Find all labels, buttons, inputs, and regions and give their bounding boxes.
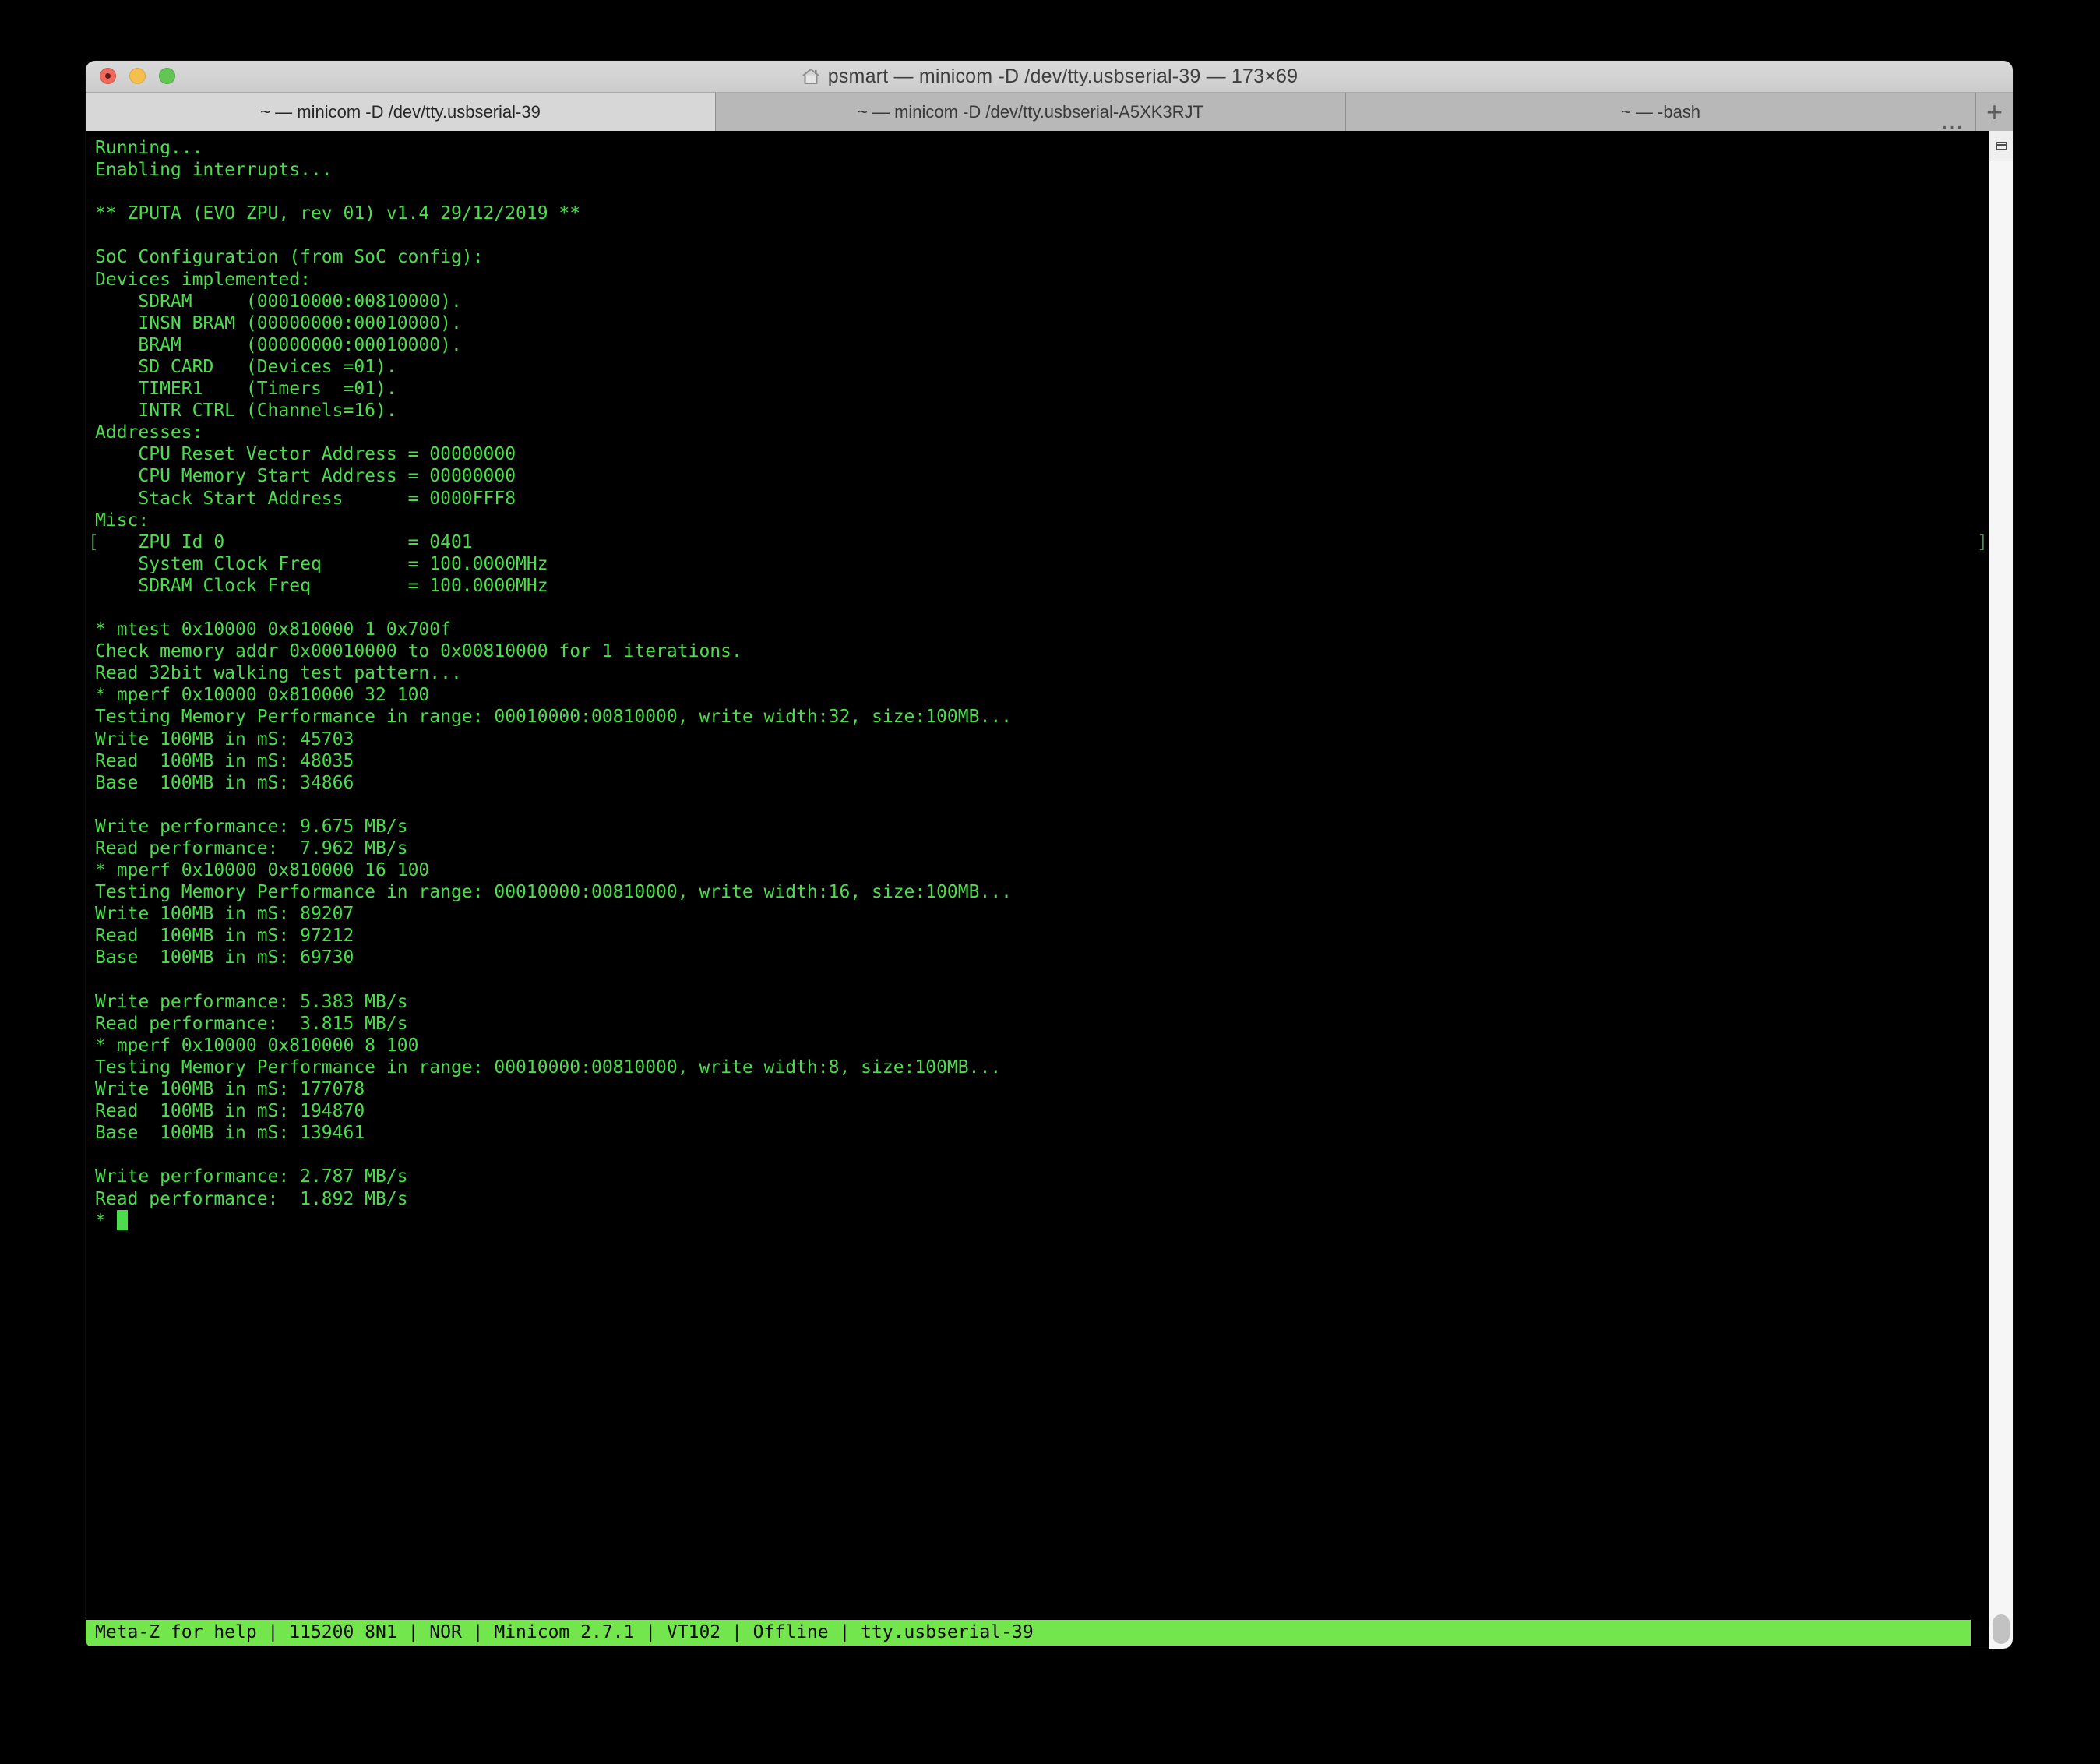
split-pane-icon [1996,142,2007,150]
desktop-background: psmart — minicom -D /dev/tty.usbserial-3… [0,0,2100,1764]
terminal-mark-open-icon: [ [88,531,99,553]
tab-minicom-usbserial-39[interactable]: ~ — minicom -D /dev/tty.usbserial-39 [86,93,716,131]
minicom-status-text: Meta-Z for help | 115200 8N1 | NOR | Min… [95,1622,1034,1642]
window-titlebar[interactable]: psmart — minicom -D /dev/tty.usbserial-3… [86,61,2013,93]
terminal-mark-close-icon: ] [1977,531,1988,553]
scrollbar[interactable] [1989,131,2013,1649]
tab-label: ~ — minicom -D /dev/tty.usbserial-A5XK3R… [858,102,1203,122]
tab-bash[interactable]: ~ — -bash … [1346,93,1976,131]
home-icon [801,67,821,86]
window-title: psmart — minicom -D /dev/tty.usbserial-3… [828,65,1298,88]
split-pane-button[interactable] [1989,131,2013,161]
tab-label: ~ — minicom -D /dev/tty.usbserial-39 [260,102,541,122]
terminal-cursor-block [117,1210,128,1230]
tab-bar: ~ — minicom -D /dev/tty.usbserial-39 ~ —… [86,93,2013,131]
new-tab-button[interactable]: + [1976,93,2013,131]
title-container: psmart — minicom -D /dev/tty.usbserial-3… [86,61,2013,92]
terminal-output-text: Running... Enabling interrupts... ** ZPU… [95,138,1012,1231]
tab-minicom-usbserial-a5xk3rjt[interactable]: ~ — minicom -D /dev/tty.usbserial-A5XK3R… [716,93,1346,131]
terminal-output: Running... Enabling interrupts... ** ZPU… [95,137,1012,1232]
terminal-window: psmart — minicom -D /dev/tty.usbserial-3… [86,61,2013,1649]
terminal-content-area[interactable]: Running... Enabling interrupts... ** ZPU… [86,131,2013,1649]
scrollbar-thumb[interactable] [1993,1614,2010,1644]
tab-overflow-icon[interactable]: … [1940,114,1964,129]
minicom-status-bar: Meta-Z for help | 115200 8N1 | NOR | Min… [86,1620,1971,1646]
tab-label: ~ — -bash [1621,102,1700,122]
